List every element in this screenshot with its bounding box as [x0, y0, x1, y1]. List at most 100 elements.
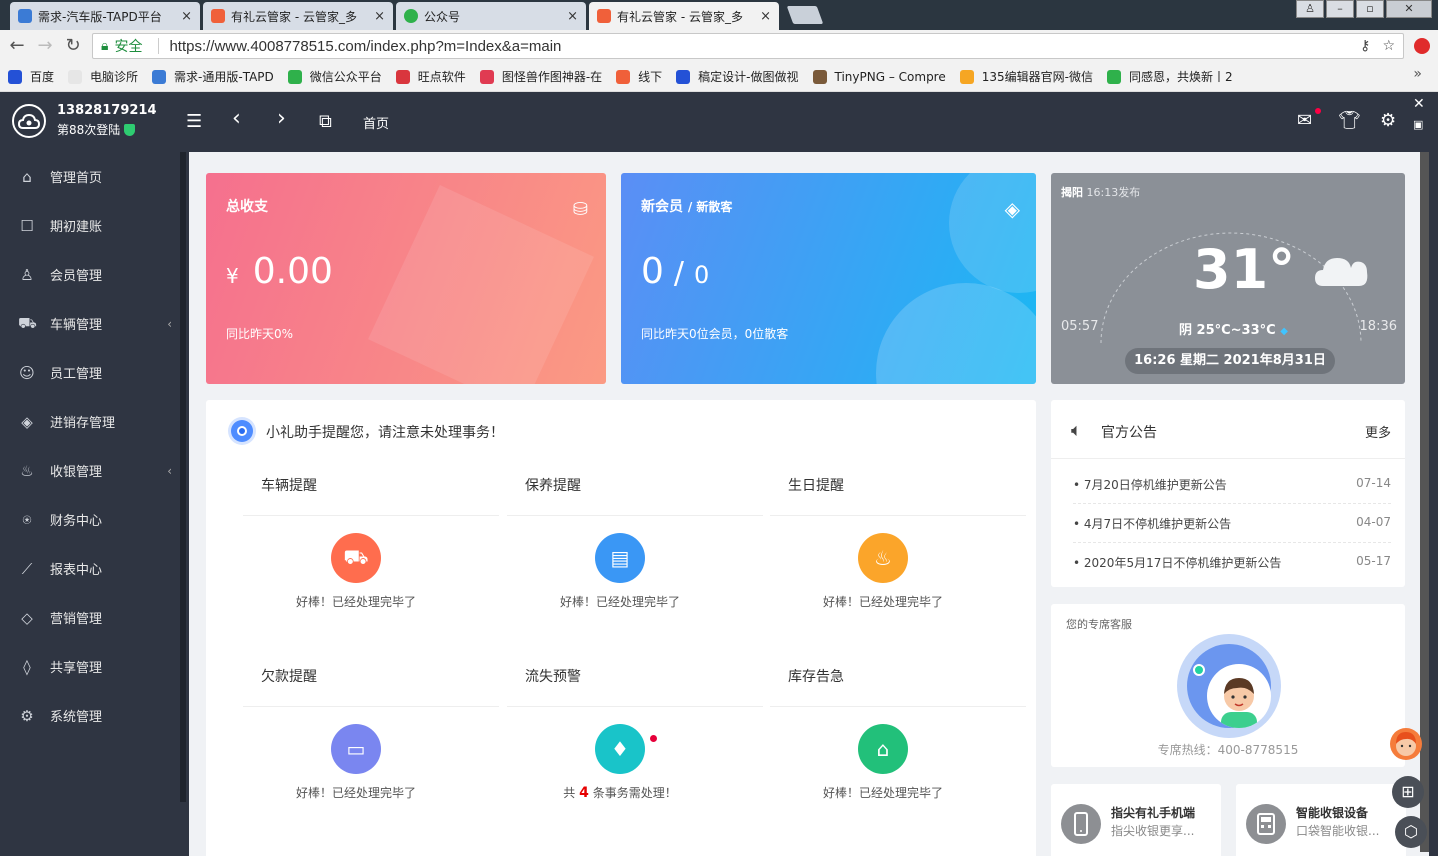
bookmark-item[interactable]: 百度 — [8, 68, 54, 85]
tab-home[interactable]: 首页 — [363, 113, 389, 132]
sidebar-item[interactable]: ♨ 收银管理 ‹ — [0, 446, 186, 495]
bookmark-item[interactable]: TinyPNG – Compre — [812, 69, 946, 84]
online-dot — [1193, 664, 1205, 676]
bookmarks-more-icon[interactable]: » — [1413, 66, 1422, 82]
device-card-mobile[interactable]: 指尖有礼手机端 指尖收银更享... — [1051, 784, 1221, 856]
secure-label: 安全 — [114, 39, 143, 55]
device-card-pos[interactable]: 智能收银设备 口袋智能收银... — [1236, 784, 1406, 856]
sidebar-item[interactable]: ⟋ 报表中心 — [0, 544, 186, 593]
sidebar-scrollbar[interactable] — [180, 152, 186, 802]
new-tab-button[interactable] — [786, 6, 824, 24]
mail-icon[interactable]: ✉ — [1297, 110, 1312, 131]
sidebar-item[interactable]: ⚙ 系统管理 — [0, 691, 186, 740]
reminder-item[interactable]: 保养提醒 ▤ 好棒！已经处理完毕了 — [507, 478, 763, 668]
sidebar-item[interactable]: ◊ 共享管理 — [0, 642, 186, 691]
menu-icon[interactable]: ☰ — [186, 112, 202, 132]
browser-tab-1[interactable]: 需求-汽车版-TAPD平台 × — [10, 2, 200, 30]
settings-icon[interactable]: ⚙ — [1380, 110, 1396, 131]
cloud-logo-icon[interactable] — [12, 104, 46, 138]
sidebar-item[interactable]: ♙ 会员管理 — [0, 250, 186, 299]
notice-item[interactable]: • 2020年5月17日不停机维护更新公告 05-17 — [1073, 544, 1391, 582]
revenue-card[interactable]: 总收支 ⛁ ¥0.00 同比昨天0% — [206, 173, 606, 384]
reminder-item[interactable]: 车辆提醒 ⛟ 好棒！已经处理完毕了 — [243, 478, 499, 668]
divider — [1051, 458, 1405, 459]
notice-item[interactable]: • 4月7日不停机维护更新公告 04-07 — [1073, 505, 1391, 543]
window-close-icon[interactable]: ✕ — [1386, 0, 1432, 18]
close-icon[interactable]: × — [567, 9, 578, 24]
bookmark-icon — [395, 69, 410, 84]
bookmark-item[interactable]: 电脑诊所 — [68, 68, 138, 85]
bookmark-icon — [616, 69, 631, 84]
reminder-item[interactable]: 流失预警 ♦ 共 4 条事务需处理！ — [507, 669, 763, 856]
pin-icon[interactable]: ▣ — [1413, 118, 1423, 131]
bookmark-item[interactable]: 稿定设计-做图做视 — [676, 68, 799, 85]
sidebar-item[interactable]: ⍟ 财务中心 — [0, 495, 186, 544]
close-icon[interactable]: ✕ — [1413, 96, 1425, 112]
sidebar-item[interactable]: ◇ 营销管理 — [0, 593, 186, 642]
reminder-item[interactable]: 库存告急 ⌂ 好棒！已经处理完毕了 — [770, 669, 1026, 856]
login-count-text: 第88次登陆 — [57, 123, 121, 137]
chevron-left-icon: ‹ — [167, 316, 172, 331]
browser-tab-3[interactable]: 公众号 × — [396, 2, 586, 30]
notice-item[interactable]: • 7月20日停机维护更新公告 07-14 — [1073, 466, 1391, 504]
copy-icon[interactable]: ⧉ — [319, 112, 332, 132]
bookmark-item[interactable]: 需求-通用版-TAPD — [152, 68, 274, 85]
status-text: 好棒！已经处理完毕了 — [822, 786, 943, 800]
sidebar-item[interactable]: ⌂ 管理首页 — [0, 152, 186, 201]
sidebar-icon: ⛟ — [18, 313, 37, 332]
sidebar-item[interactable]: ◈ 进销存管理 — [0, 397, 186, 446]
box-float-icon[interactable]: ⬡ — [1395, 816, 1427, 848]
forward-icon[interactable]: → — [34, 35, 56, 57]
sidebar-item[interactable]: ☺ 员工管理 — [0, 348, 186, 397]
notice-more-link[interactable]: 更多 — [1365, 422, 1391, 441]
reminder-status: 好棒！已经处理完毕了 — [770, 593, 996, 610]
bookmark-item[interactable]: 线下 — [616, 68, 662, 85]
close-icon[interactable]: × — [374, 9, 385, 24]
bookmark-label: 微信公众平台 — [309, 70, 382, 84]
close-icon[interactable]: × — [181, 9, 192, 24]
customer-service-float-icon[interactable] — [1390, 728, 1422, 760]
sidebar-item[interactable]: ☐ 期初建账 — [0, 201, 186, 250]
avatar-ring — [1187, 644, 1271, 728]
chevron-left-icon: ‹ — [167, 463, 172, 478]
condition-text: 阴 25°C~33°C — [1179, 323, 1276, 338]
skin-icon[interactable]: 👕︎ — [1338, 110, 1361, 131]
reminder-status: 好棒！已经处理完毕了 — [507, 593, 733, 610]
minimize-icon[interactable]: – — [1326, 0, 1354, 18]
reminder-item[interactable]: 生日提醒 ♨ 好棒！已经处理完毕了 — [770, 478, 1026, 668]
reload-icon[interactable]: ↻ — [62, 35, 84, 57]
back-icon[interactable]: ← — [6, 35, 28, 57]
user-icon[interactable]: ♙ — [1296, 0, 1324, 18]
notice-label: 4月7日不停机维护更新公告 — [1083, 517, 1232, 531]
chevron-right-icon[interactable]: › — [277, 108, 286, 130]
extension-icon[interactable] — [1414, 38, 1430, 54]
sidebar-icon: ⟋ — [21, 559, 33, 578]
service-avatar[interactable] — [1177, 634, 1281, 738]
maximize-icon[interactable]: ▫ — [1356, 0, 1384, 18]
bookmark-item[interactable]: 图怪兽作图神器-在 — [479, 68, 602, 85]
revenue-title: 总收支 — [226, 199, 268, 215]
bookmark-icon — [959, 69, 974, 84]
revenue-amount: ¥0.00 — [226, 251, 333, 292]
url-field[interactable]: 🔒︎ 安全 https://www.4008778515.com/index.p… — [92, 33, 1404, 59]
key-icon[interactable]: ⚷ — [1360, 38, 1370, 54]
browser-tab-2[interactable]: 有礼云管家 - 云管家_多 × — [203, 2, 393, 30]
url-text[interactable]: https://www.4008778515.com/index.php?m=I… — [169, 38, 561, 55]
bookmark-item[interactable]: 旺点软件 — [395, 68, 466, 85]
close-icon[interactable]: × — [760, 9, 771, 24]
chevron-left-icon[interactable]: ‹ — [232, 108, 241, 130]
grid-float-icon[interactable]: ⊞ — [1392, 776, 1424, 808]
reminder-item[interactable]: 欠款提醒 ▭ 好棒！已经处理完毕了 — [243, 669, 499, 856]
bookmark-label: 旺点软件 — [417, 70, 466, 84]
browser-tab-4-active[interactable]: 有礼云管家 - 云管家_多 × — [589, 2, 779, 30]
bookmark-item[interactable]: 微信公众平台 — [287, 68, 382, 85]
members-card[interactable]: 新会员 / 新散客 ◈ 0 / 0 同比昨天0位会员，0位散客 — [621, 173, 1036, 384]
bookmark-icon — [8, 69, 22, 84]
sidebar-item-label: 期初建账 — [50, 220, 103, 235]
bookmark-item[interactable]: 135编辑器官网-微信 — [959, 68, 1093, 85]
star-icon[interactable]: ☆ — [1382, 38, 1395, 54]
bookmark-label: 百度 — [30, 70, 55, 84]
assistant-icon — [231, 420, 253, 442]
bookmark-item[interactable]: 同感恩，共焕新丨2 — [1107, 68, 1233, 85]
sidebar-item[interactable]: ⛟ 车辆管理 ‹ — [0, 299, 186, 348]
